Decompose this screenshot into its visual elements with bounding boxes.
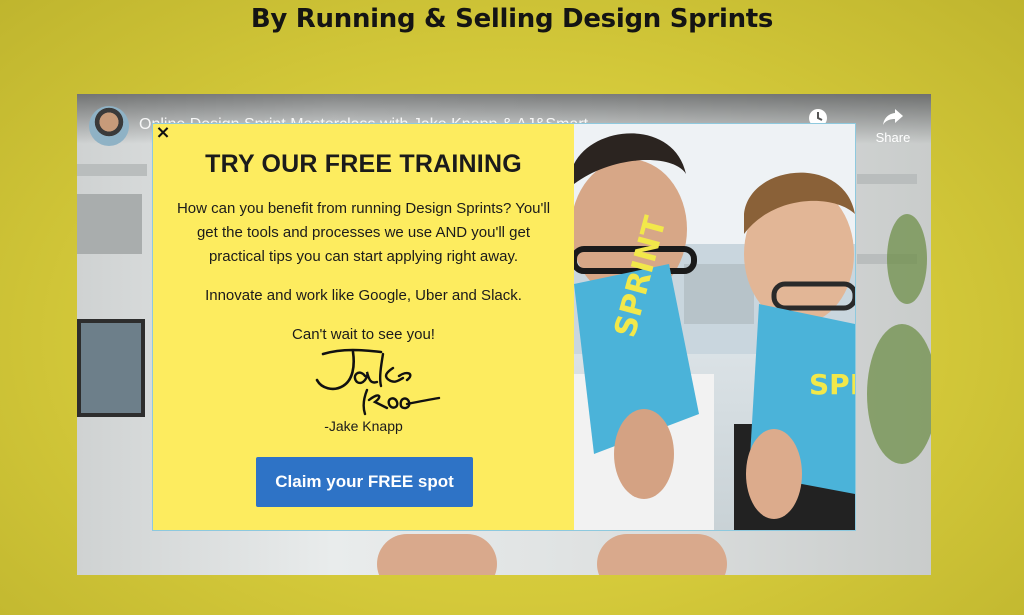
svg-text:SPR: SPR [809, 368, 855, 401]
video-hands [377, 534, 497, 575]
signature-name: -Jake Knapp [324, 418, 403, 434]
close-icon[interactable]: × [155, 124, 171, 142]
photo-scene: SPRINT SPR [574, 124, 855, 530]
modal-paragraph-closing: Can't wait to see you! [292, 326, 435, 343]
modal-photo: SPRINT SPR [574, 124, 855, 530]
video-hands [597, 534, 727, 575]
modal-content-panel: TRY OUR FREE TRAINING How can you benefi… [153, 124, 574, 530]
claim-free-spot-button[interactable]: Claim your FREE spot [256, 457, 473, 507]
share-arrow-icon [883, 109, 903, 125]
training-modal: TRY OUR FREE TRAINING How can you benefi… [152, 123, 856, 531]
video-shelf [857, 174, 917, 184]
page-heading: By Running & Selling Design Sprints [250, 4, 774, 34]
modal-heading: TRY OUR FREE TRAINING [205, 150, 522, 178]
video-shelf [77, 194, 142, 254]
video-plant [867, 324, 931, 464]
video-plant [887, 214, 927, 304]
video-monitor [77, 319, 145, 417]
modal-body: How can you benefit from running Design … [173, 197, 554, 362]
jake-signature-icon [315, 348, 441, 416]
modal-paragraph-innovate: Innovate and work like Google, Uber and … [205, 287, 522, 304]
share-button[interactable]: Share [871, 108, 915, 145]
video-shelf [77, 164, 147, 176]
channel-avatar[interactable] [89, 106, 129, 146]
share-label: Share [875, 130, 911, 145]
modal-paragraph-benefits: How can you benefit from running Design … [176, 200, 551, 265]
